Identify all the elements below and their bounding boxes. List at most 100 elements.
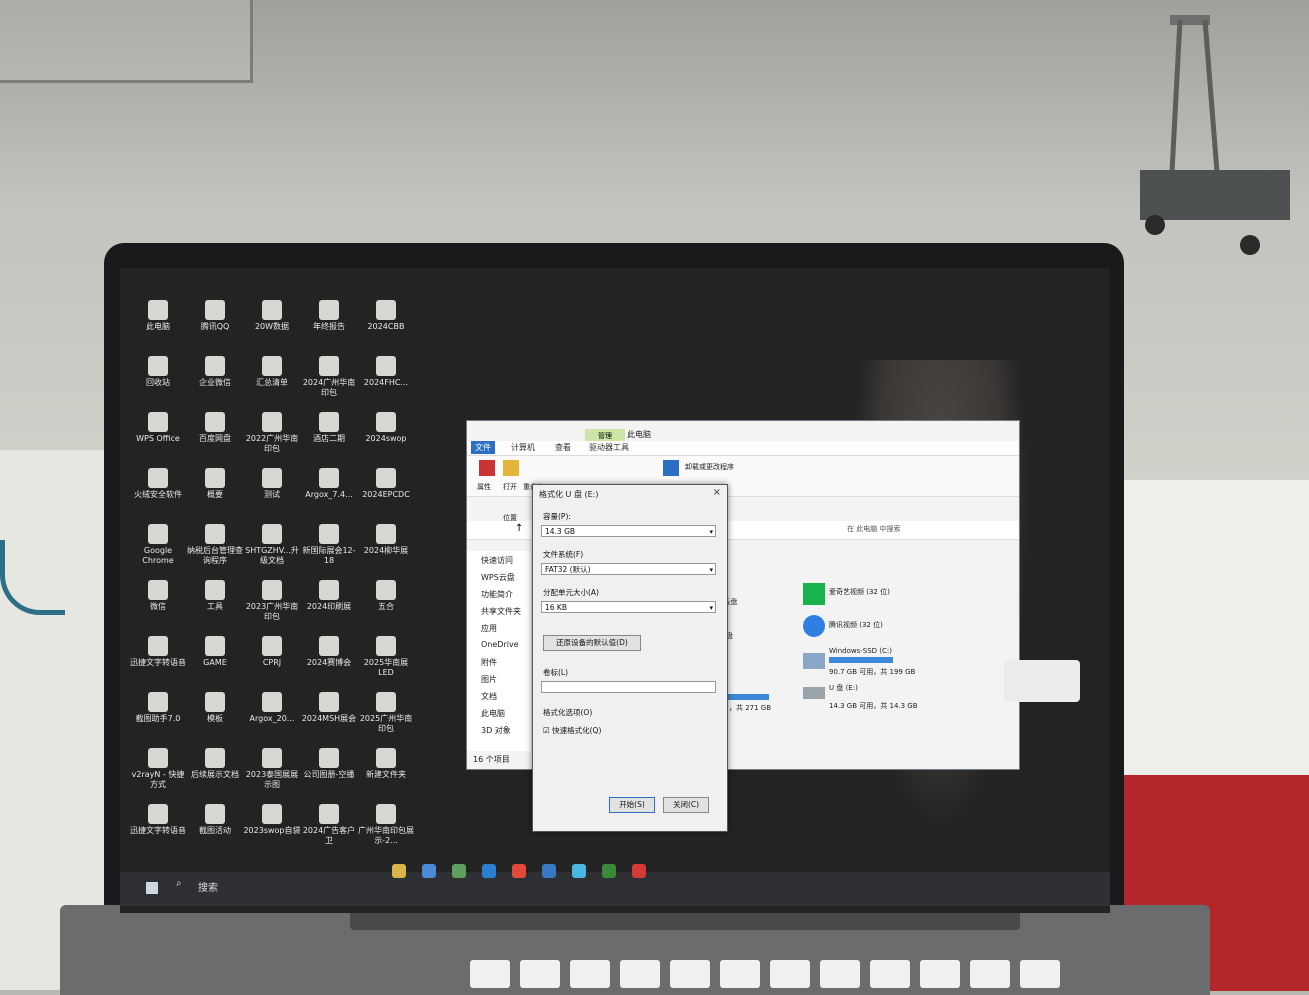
properties-icon[interactable]	[479, 460, 495, 476]
nav-item[interactable]: 应用	[481, 623, 497, 634]
desktop-icon[interactable]: 2024广州华南印包	[299, 356, 359, 418]
desktop-icon[interactable]: 2024EPCDC	[356, 468, 416, 530]
desktop-icon[interactable]: 2024柳华展	[356, 524, 416, 586]
settings-icon[interactable]	[663, 460, 679, 476]
desktop-icon[interactable]: 2024广告客户卫	[299, 804, 359, 866]
desktop-icon[interactable]: 2023swop自袋	[242, 804, 302, 866]
desktop-icon[interactable]: 新国际展会12-18	[299, 524, 359, 586]
desktop-icon[interactable]: 2024CBB	[356, 300, 416, 362]
desktop-icon[interactable]: 2025广州华南印包	[356, 692, 416, 754]
desktop-icon[interactable]: 截图活动	[185, 804, 245, 866]
nav-item[interactable]: 文档	[481, 691, 497, 702]
restore-defaults-button[interactable]: 还原设备的默认值(D)	[543, 635, 641, 651]
desktop-icon[interactable]: 测试	[242, 468, 302, 530]
nav-item[interactable]: 共享文件夹	[481, 606, 521, 617]
desktop-icon[interactable]: 2024swop	[356, 412, 416, 474]
close-button[interactable]: 关闭(C)	[663, 797, 709, 813]
drive-c-icon[interactable]	[803, 653, 825, 669]
drive-c[interactable]: Windows-SSD (C:)	[829, 647, 892, 655]
up-arrow-icon[interactable]: ↑	[515, 523, 523, 534]
desktop-icon[interactable]: 概要	[185, 468, 245, 530]
desktop-icon[interactable]: 微信	[128, 580, 188, 642]
desktop-icon[interactable]: 年终报告	[299, 300, 359, 362]
toolbar-uninstall[interactable]: 卸载或更改程序	[685, 462, 734, 472]
desktop-icon[interactable]: 20W数据	[242, 300, 302, 362]
desktop-icon[interactable]: CPRJ	[242, 636, 302, 698]
desktop-icon[interactable]: 2023泰国展展示图	[242, 748, 302, 810]
desktop-icon[interactable]: 2023广州华南印包	[242, 580, 302, 642]
desktop-icon[interactable]: 新建文件夹	[356, 748, 416, 810]
desktop-icon[interactable]: 截图助手7.0	[128, 692, 188, 754]
drive-e[interactable]: U 盘 (E:)	[829, 683, 858, 693]
desktop-icon[interactable]: 2024印刷展	[299, 580, 359, 642]
desktop-icon[interactable]: 公司图册-空播	[299, 748, 359, 810]
taskbar-app-icon[interactable]	[512, 864, 526, 878]
drive-iqiyi[interactable]: 爱奇艺视频 (32 位)	[829, 587, 890, 597]
desktop-icon[interactable]: 广州华南印包展示-2...	[356, 804, 416, 866]
close-icon[interactable]: ×	[713, 487, 721, 498]
nav-item[interactable]: OneDrive	[481, 640, 519, 649]
desktop-icon[interactable]: 企业微信	[185, 356, 245, 418]
desktop-icon[interactable]: 此电脑	[128, 300, 188, 362]
desktop-icon[interactable]: 百度网盘	[185, 412, 245, 474]
nav-item[interactable]: 图片	[481, 674, 497, 685]
nav-item[interactable]: 3D 对象	[481, 725, 511, 736]
desktop-icon[interactable]: SHTGZHV...升级文档	[242, 524, 302, 586]
filesystem-select[interactable]: FAT32 (默认) ▾	[541, 563, 716, 575]
usb-notification[interactable]	[1004, 660, 1080, 702]
desktop-icon[interactable]: Argox_7.4...	[299, 468, 359, 530]
desktop-icon[interactable]: 模板	[185, 692, 245, 754]
tab-view[interactable]: 查看	[551, 441, 575, 454]
desktop-icon[interactable]: 五合	[356, 580, 416, 642]
taskbar-search[interactable]: 搜索	[198, 879, 218, 894]
desktop-icon[interactable]: 后续展示文档	[185, 748, 245, 810]
search-icon[interactable]: ⌕	[176, 878, 182, 889]
start-button[interactable]: 开始(S)	[609, 797, 655, 813]
tab-file[interactable]: 文件	[471, 441, 495, 454]
desktop-icon[interactable]: 2024FHC...	[356, 356, 416, 418]
desktop-icon[interactable]: 2024MSH展会	[299, 692, 359, 754]
desktop-icon[interactable]: 工具	[185, 580, 245, 642]
desktop-icon[interactable]: GAME	[185, 636, 245, 698]
desktop-icon[interactable]: 2024赛博会	[299, 636, 359, 698]
taskbar-app-icon[interactable]	[572, 864, 586, 878]
desktop-icon[interactable]: Argox_20...	[242, 692, 302, 754]
toolbar-open[interactable]: 打开	[503, 482, 517, 492]
desktop-icon[interactable]: 2025华南展LED	[356, 636, 416, 698]
desktop-icon[interactable]: Google Chrome	[128, 524, 188, 586]
desktop-icon[interactable]: 纳税后台管理查询程序	[185, 524, 245, 586]
capacity-select[interactable]: 14.3 GB ▾	[541, 525, 716, 537]
open-icon[interactable]	[503, 460, 519, 476]
volume-label-input[interactable]	[541, 681, 716, 693]
desktop-icon[interactable]: 酒店二期	[299, 412, 359, 474]
nav-item[interactable]: 此电脑	[481, 708, 505, 719]
iqiyi-icon[interactable]	[803, 583, 825, 605]
taskbar-app-icon[interactable]	[542, 864, 556, 878]
allocation-unit-select[interactable]: 16 KB ▾	[541, 601, 716, 613]
desktop-icon[interactable]: v2rayN - 快捷方式	[128, 748, 188, 810]
taskbar-app-icon[interactable]	[422, 864, 436, 878]
desktop-icon[interactable]: 迅捷文字转语音	[128, 636, 188, 698]
tab-computer[interactable]: 计算机	[507, 441, 539, 454]
desktop-icon[interactable]: 迅捷文字转语音	[128, 804, 188, 866]
toolbar-properties[interactable]: 属性	[477, 482, 491, 492]
tencent-video-icon[interactable]	[803, 615, 825, 637]
desktop-icon[interactable]: 2022广州华南印包	[242, 412, 302, 474]
desktop-icon[interactable]: 回收站	[128, 356, 188, 418]
taskbar-app-icon[interactable]	[452, 864, 466, 878]
tab-drive-tools[interactable]: 驱动器工具	[585, 441, 633, 454]
nav-item[interactable]: 功能简介	[481, 589, 513, 600]
search-input[interactable]: 在 此电脑 中搜索	[847, 524, 900, 534]
taskbar-app-icon[interactable]	[482, 864, 496, 878]
drive-e-icon[interactable]	[803, 687, 825, 699]
windows-start-icon[interactable]	[146, 882, 158, 894]
taskbar-app-icon[interactable]	[632, 864, 646, 878]
desktop-icon[interactable]: 汇总清单	[242, 356, 302, 418]
nav-item[interactable]: WPS云盘	[481, 572, 515, 583]
drive-tencent-video[interactable]: 腾讯视频 (32 位)	[829, 620, 883, 630]
taskbar-app-icon[interactable]	[602, 864, 616, 878]
taskbar-app-icon[interactable]	[392, 864, 406, 878]
desktop-icon[interactable]: WPS Office	[128, 412, 188, 474]
desktop-icon[interactable]: 火绒安全软件	[128, 468, 188, 530]
nav-item[interactable]: 快速访问	[481, 555, 513, 566]
